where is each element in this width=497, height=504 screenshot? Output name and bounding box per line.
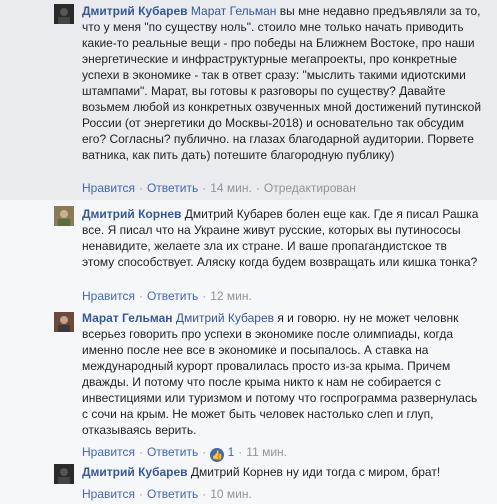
comment-time[interactable]: 12 мин. bbox=[210, 289, 252, 303]
comment-body: Дмитрий Корнев Дмитрий Кубарев болен еще… bbox=[82, 206, 482, 270]
like-thumb-icon[interactable]: 👍 bbox=[210, 448, 225, 462]
comment-time[interactable]: 10 мин. bbox=[210, 487, 252, 501]
comment-body: Марат Гельман Дмитрий Кубарев я и говорю… bbox=[82, 310, 482, 438]
edited-label: Отредактирован bbox=[263, 181, 356, 195]
comment-author[interactable]: Дмитрий Кубарев bbox=[82, 4, 188, 18]
avatar[interactable] bbox=[54, 464, 74, 484]
comment-text: Дмитрий Корнев ну иди тогда с миром, бра… bbox=[187, 465, 441, 479]
like-link[interactable]: Нравится bbox=[82, 289, 135, 303]
comment-text: я и говорю. ну не может человнк всерьез … bbox=[82, 311, 478, 437]
avatar[interactable] bbox=[54, 312, 74, 332]
comment-actions: Нравится · Ответить · 10 мин. bbox=[82, 487, 252, 501]
comment-author[interactable]: Дмитрий Корнев bbox=[82, 207, 181, 221]
comment-mention[interactable]: Дмитрий Кубарев bbox=[176, 311, 274, 325]
comment-mention[interactable]: Марат Гельман bbox=[191, 4, 277, 18]
comment-body: Дмитрий Кубарев Марат Гельман вы мне нед… bbox=[82, 3, 482, 163]
comment-author[interactable]: Дмитрий Кубарев bbox=[82, 465, 188, 479]
avatar[interactable] bbox=[54, 4, 74, 24]
comment-actions: Нравится · Ответить · 14 мин. · Отредактирован bbox=[82, 181, 356, 195]
comment-author[interactable]: Марат Гельман bbox=[82, 311, 173, 325]
comment-actions: Нравится · Ответить · 12 мин. bbox=[82, 289, 252, 303]
reply-link[interactable]: Ответить bbox=[147, 181, 198, 195]
comment-body: Дмитрий Кубарев Дмитрий Корнев ну иди то… bbox=[82, 464, 482, 480]
like-link[interactable]: Нравится bbox=[82, 445, 135, 459]
like-link[interactable]: Нравится bbox=[82, 487, 135, 501]
comment-time[interactable]: 14 мин. bbox=[210, 181, 252, 195]
like-link[interactable]: Нравится bbox=[82, 181, 135, 195]
avatar[interactable] bbox=[54, 206, 74, 226]
reply-link[interactable]: Ответить bbox=[147, 487, 198, 501]
comment-text: вы мне недавно предъявляли за то, что у … bbox=[82, 4, 482, 162]
comment-time[interactable]: 11 мин. bbox=[246, 445, 287, 459]
comment-actions: Нравится · Ответить · 👍 1 · 11 мин. bbox=[82, 445, 287, 462]
reply-link[interactable]: Ответить bbox=[147, 445, 198, 459]
reply-link[interactable]: Ответить bbox=[147, 289, 198, 303]
